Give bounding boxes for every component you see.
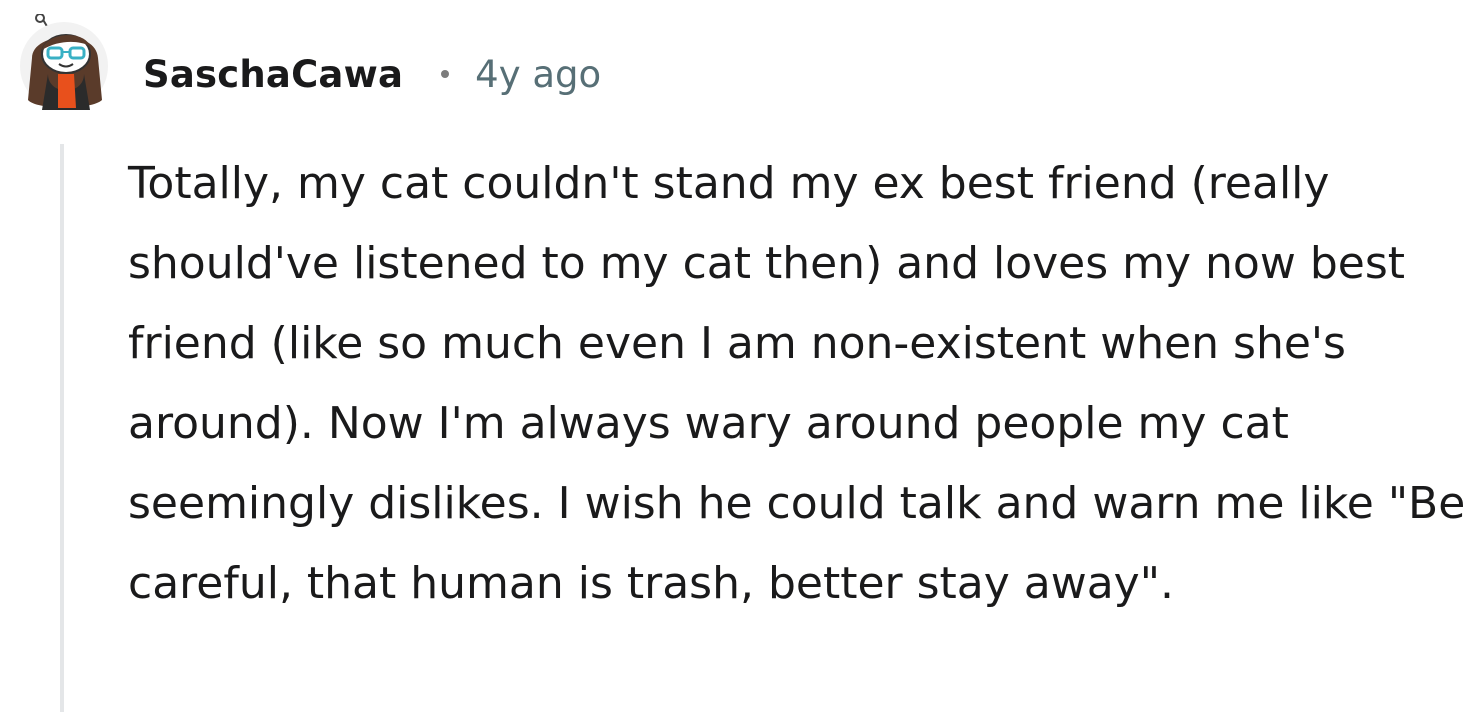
comment-header: SaschaCawa 4y ago bbox=[143, 44, 601, 104]
avatar[interactable] bbox=[18, 13, 110, 114]
separator-dot bbox=[441, 70, 450, 78]
snoo-avatar-icon bbox=[20, 13, 108, 110]
timestamp[interactable]: 4y ago bbox=[475, 53, 601, 96]
comment: SaschaCawa 4y ago Totally, my cat couldn… bbox=[0, 0, 1480, 712]
username-link[interactable]: SaschaCawa bbox=[143, 53, 403, 96]
comment-body: Totally, my cat couldn't stand my ex bes… bbox=[128, 158, 1466, 609]
thread-line[interactable] bbox=[60, 144, 64, 712]
